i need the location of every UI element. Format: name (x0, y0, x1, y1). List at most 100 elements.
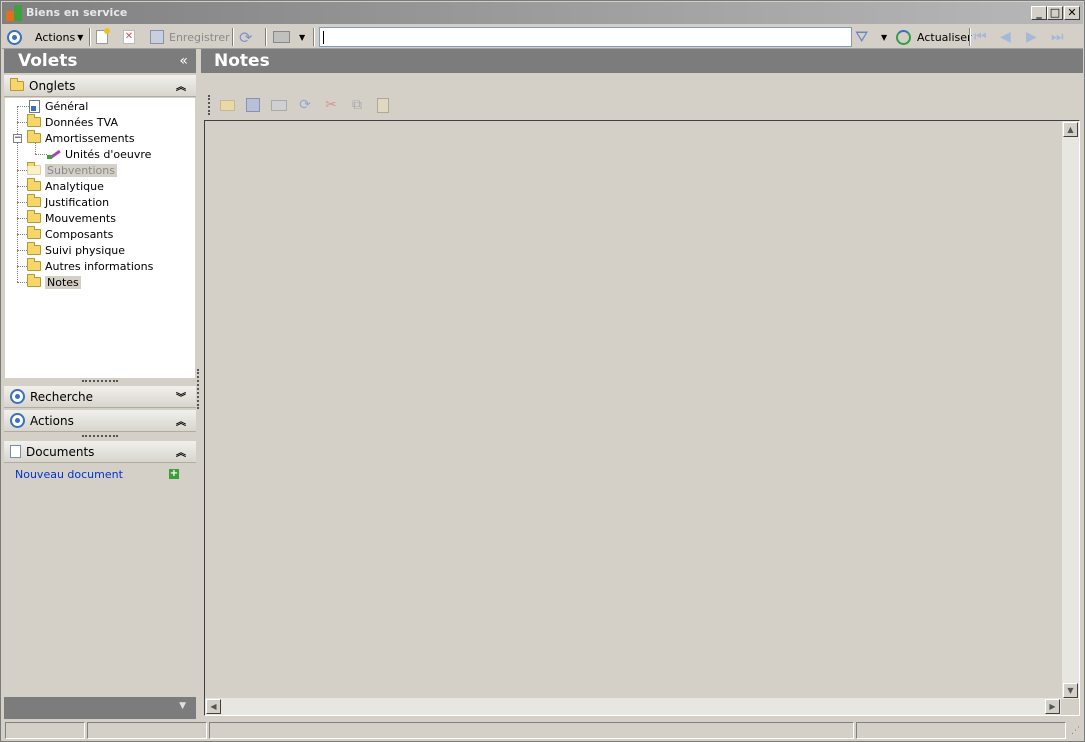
pencil-icon (47, 148, 61, 160)
toolbar-separator (313, 28, 315, 46)
open-folder-icon (27, 274, 41, 287)
tree-item-label: Données TVA (45, 115, 118, 129)
status-cell (87, 722, 207, 739)
tree-item-donnees-tva[interactable]: Données TVA (27, 114, 118, 130)
status-cell (209, 722, 854, 739)
tree-item-justification[interactable]: Justification (27, 194, 109, 210)
documents-group-header[interactable]: Documents ︽ (4, 441, 196, 463)
vertical-splitter[interactable] (197, 369, 199, 409)
left-panel: Volets « Onglets ︽ − Général Données TVA… (4, 49, 196, 719)
actions-group-header[interactable]: Actions ︽ (4, 410, 196, 432)
add-icon[interactable]: + (169, 469, 179, 479)
toolbar-separator (265, 28, 267, 46)
vertical-scrollbar[interactable]: ▲ ▼ (1062, 121, 1079, 699)
scroll-right-icon[interactable]: ▶ (1045, 699, 1060, 714)
document-icon (29, 99, 40, 113)
collapse-up-icon[interactable]: ︽ (176, 444, 186, 459)
tree-item-general[interactable]: Général (27, 98, 88, 114)
folder-icon (27, 114, 41, 127)
print-dropdown-icon[interactable]: ▼ (299, 28, 305, 46)
panel-title-label: Volets (18, 51, 78, 71)
scroll-left-icon[interactable]: ◀ (206, 699, 221, 714)
cut-icon[interactable]: ✂ (322, 96, 340, 114)
notes-editor[interactable]: ▲ ▼ ◀ ▶ (204, 120, 1080, 716)
delete-icon[interactable]: ✕ (123, 28, 135, 46)
chevron-down-icon: ▼ (77, 32, 84, 42)
tree-line (35, 154, 47, 155)
tree-item-label: Mouvements (45, 211, 116, 225)
tree-item-unites-oeuvre[interactable]: Unités d'oeuvre (47, 146, 151, 162)
title-bar[interactable]: Biens en service _ □ ✕ (2, 2, 1083, 24)
actions-circle-icon (10, 413, 25, 428)
tree-item-label: Subventions (45, 163, 117, 177)
actions-menu-button[interactable]: Actions ▼ (35, 28, 83, 46)
paste-icon[interactable] (374, 96, 392, 114)
splitter-grip[interactable] (82, 435, 118, 438)
actions-circle-icon[interactable] (7, 28, 22, 46)
tabs-group-header[interactable]: Onglets ︽ (4, 75, 196, 97)
scroll-down-icon[interactable]: ▼ (1063, 683, 1078, 698)
refresh-button[interactable]: Actualiser (896, 28, 972, 46)
app-icon (6, 5, 22, 21)
folder-icon (27, 226, 41, 239)
status-cell (5, 722, 85, 739)
search-circle-icon (10, 389, 25, 404)
last-record-icon[interactable]: ⏭ (1051, 28, 1064, 46)
tree-item-autres-informations[interactable]: Autres informations (27, 258, 153, 274)
open-folder-icon[interactable] (218, 96, 236, 114)
tree-item-subventions[interactable]: Subventions (27, 162, 117, 178)
expand-down-icon[interactable]: ︾ (176, 389, 186, 404)
main-toolbar: Actions ▼ ✕ Enregistrer ⟳ ▼ ⛛ ▼ Actualis… (2, 25, 1083, 49)
previous-record-icon[interactable]: ◀ (1000, 28, 1011, 46)
tree-item-suivi-physique[interactable]: Suivi physique (27, 242, 125, 258)
resize-grip-icon[interactable]: ⋰ (1071, 726, 1080, 736)
chevron-down-icon[interactable]: ▼ (179, 701, 186, 711)
tree-item-label: Unités d'oeuvre (65, 147, 152, 161)
next-record-icon[interactable]: ▶ (1026, 28, 1037, 46)
folder-icon (27, 194, 41, 207)
toolbar-separator (969, 28, 971, 46)
folder-icon (27, 130, 41, 143)
filter-icon[interactable]: ⛛ (855, 27, 868, 46)
new-icon[interactable] (96, 28, 110, 46)
tree-item-mouvements[interactable]: Mouvements (27, 210, 116, 226)
status-cell (856, 722, 1066, 739)
folder-icon (27, 162, 41, 175)
search-group-header[interactable]: Recherche ︾ (4, 386, 196, 408)
save-label: Enregistrer (169, 30, 230, 44)
save-button[interactable]: Enregistrer (150, 28, 230, 46)
horizontal-scrollbar[interactable]: ◀ ▶ (205, 698, 1061, 715)
filter-dropdown-icon[interactable]: ▼ (881, 28, 887, 46)
folder-icon (27, 178, 41, 191)
toolbar-grip (208, 95, 210, 115)
documents-group-label: Documents (26, 444, 95, 459)
tree-item-amortissements[interactable]: Amortissements (27, 130, 135, 146)
print-icon[interactable] (273, 28, 290, 46)
main-panel: Notes ⟳ ✂ ⧉ ▲ ▼ ◀ ▶ (201, 49, 1083, 719)
print-icon[interactable] (270, 96, 288, 114)
copy-icon[interactable]: ⧉ (348, 96, 366, 114)
collapse-node-icon[interactable]: − (13, 134, 22, 143)
sync-icon[interactable]: ⟳ (239, 28, 252, 47)
search-group-label: Recherche (30, 389, 94, 404)
new-document-link[interactable]: Nouveau document (15, 468, 123, 481)
collapse-up-icon[interactable]: ︽ (176, 78, 186, 93)
folder-icon (27, 258, 41, 271)
tree-item-analytique[interactable]: Analytique (27, 178, 104, 194)
tree-item-composants[interactable]: Composants (27, 226, 113, 242)
close-button[interactable]: ✕ (1064, 6, 1080, 20)
sync-icon[interactable]: ⟳ (296, 96, 314, 114)
minimize-button[interactable]: _ (1031, 6, 1047, 20)
status-bar: ⋰ (2, 720, 1083, 741)
save-icon[interactable] (244, 96, 262, 114)
collapse-panel-icon[interactable]: « (179, 49, 188, 73)
splitter-grip[interactable] (82, 380, 118, 383)
search-input[interactable] (319, 27, 852, 47)
tabs-group-label: Onglets (29, 78, 76, 93)
scroll-up-icon[interactable]: ▲ (1063, 122, 1078, 137)
first-record-icon[interactable]: ⏮ (974, 28, 987, 46)
tree-item-notes[interactable]: Notes (27, 274, 81, 290)
collapse-up-icon[interactable]: ︽ (176, 413, 186, 428)
maximize-button[interactable]: □ (1047, 6, 1063, 20)
folder-icon (27, 210, 41, 223)
